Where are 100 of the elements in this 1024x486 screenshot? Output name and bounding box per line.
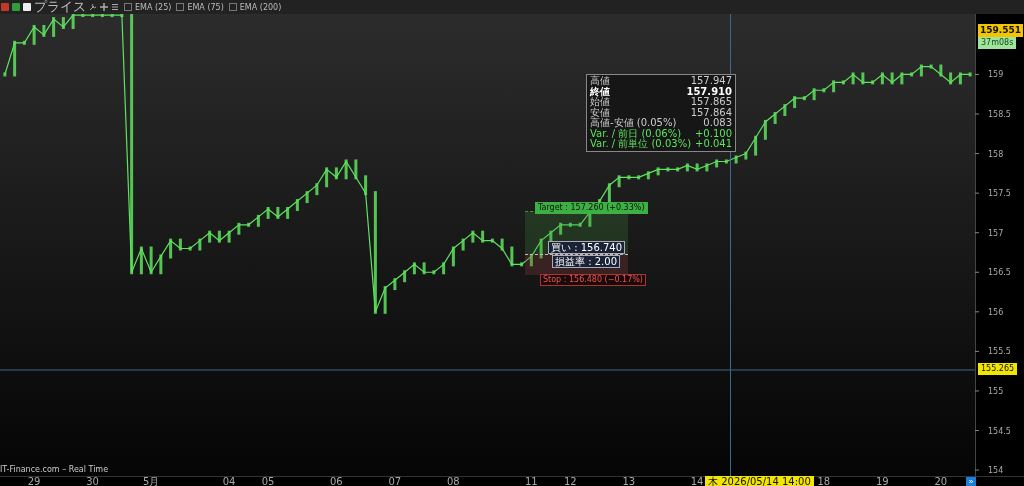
data-source-label: IT-Finance.com – Real Time	[0, 465, 109, 474]
price-candle	[568, 222, 572, 227]
date-axis-label: 06	[330, 476, 343, 486]
price-candle	[52, 17, 56, 37]
price-candle	[364, 175, 368, 196]
price-candle	[13, 40, 17, 77]
price-candle	[149, 246, 153, 275]
date-axis-label: 20	[934, 476, 948, 486]
date-axis-label: 5月	[142, 476, 160, 486]
price-candle	[22, 40, 26, 45]
price-candle	[529, 254, 533, 267]
price-candle	[500, 238, 504, 251]
tooltip-label: 安値	[590, 107, 610, 118]
tooltip-label: 高値	[590, 76, 610, 86]
price-candle	[861, 72, 865, 85]
tooltip-label: Var. / 前日 (0.06%)	[590, 128, 682, 139]
price-candle	[549, 230, 553, 243]
price-axis-label: 156	[988, 307, 1004, 317]
price-candle	[71, 14, 75, 29]
price-candle	[169, 238, 173, 259]
indicator-checkbox[interactable]: EMA (25)	[124, 2, 172, 12]
tooltip-label: Var. / 前単位 (0.03%)	[590, 139, 692, 150]
price-candle	[276, 206, 280, 219]
price-candle	[490, 238, 494, 243]
date-axis-label: 08	[447, 476, 460, 486]
price-candle	[305, 191, 309, 204]
entry-label: 買い : 156.740	[548, 241, 626, 254]
price-candle	[793, 96, 797, 109]
price-candle	[841, 80, 845, 85]
price-candle	[295, 199, 299, 211]
series-name-label: プライス	[34, 0, 86, 14]
price-axis-label: 159	[988, 70, 1004, 80]
last-price-label: 159.551	[978, 24, 1023, 37]
scroll-right-button[interactable]: »	[966, 477, 976, 486]
price-candle	[822, 88, 826, 93]
price-candle	[237, 222, 241, 235]
stop-label: Stop : 156.480 (−0.17%)	[540, 274, 646, 286]
price-candle	[471, 230, 475, 243]
tooltip-value: +0.100	[695, 128, 732, 139]
price-candle	[217, 230, 221, 243]
price-candle	[617, 175, 621, 188]
price-candle	[744, 151, 748, 160]
price-axis-label: 155	[988, 386, 1004, 396]
tooltip-value: +0.041	[695, 139, 733, 150]
price-candle	[510, 246, 514, 267]
price-candle	[286, 206, 290, 219]
price-candle	[607, 183, 611, 204]
price-candle	[929, 64, 933, 69]
target-label: Target : 157.260 (+0.33%)	[535, 202, 648, 214]
price-candle	[256, 214, 260, 227]
price-candle	[325, 167, 329, 188]
countdown-label: 37m08s	[978, 37, 1017, 49]
indicator-checkbox[interactable]: EMA (200)	[228, 2, 282, 12]
date-axis-label: 12	[564, 476, 577, 486]
tooltip-value: 0.083	[703, 118, 732, 129]
tooltip-value: 157.910	[686, 86, 732, 97]
list-icon[interactable]	[111, 3, 119, 11]
price-candle	[763, 119, 767, 140]
price-candle	[188, 246, 192, 251]
price-candle	[880, 72, 884, 85]
price-candle	[734, 155, 738, 164]
price-axis-label: 154.5	[988, 426, 1011, 436]
ratio-label: 損益率 : 2.00	[552, 255, 620, 268]
tooltip-label: 高値-安値 (0.05%)	[590, 118, 677, 128]
price-candle	[442, 262, 446, 275]
price-candle	[412, 262, 416, 275]
price-candle	[42, 25, 46, 37]
price-candle	[676, 167, 680, 172]
price-candle	[890, 72, 894, 85]
price-candle	[159, 254, 163, 275]
price-candle	[247, 222, 251, 227]
indicator-checkbox[interactable]: EMA (75)	[176, 2, 224, 12]
price-candle	[354, 159, 358, 180]
price-candle	[949, 72, 953, 85]
price-candle	[208, 230, 212, 243]
price-candle	[851, 72, 855, 85]
date-axis-label: 11	[525, 476, 538, 486]
price-candle	[461, 238, 465, 251]
price-candle	[871, 80, 875, 85]
price-candle	[383, 286, 387, 314]
date-axis-label: 05	[261, 476, 275, 486]
wrench-icon[interactable]	[89, 3, 97, 11]
date-axis-label: 14	[690, 476, 704, 486]
date-axis-label: 13	[622, 476, 636, 486]
price-candle	[773, 112, 777, 124]
price-candle	[198, 238, 202, 251]
price-candle	[422, 262, 426, 275]
tooltip-label: 始値	[590, 97, 610, 108]
date-axis-label: 04	[222, 476, 236, 486]
price-candle	[178, 238, 182, 251]
move-icon[interactable]	[100, 3, 108, 11]
tooltip-value: 157.865	[690, 97, 732, 108]
price-axis-label: 158.5	[988, 110, 1011, 119]
price-candle	[802, 96, 806, 101]
price-candle	[832, 80, 836, 93]
price-candle	[812, 88, 816, 101]
price-candle	[315, 183, 319, 196]
price-candle	[783, 104, 787, 116]
date-axis-label: 07	[388, 476, 402, 486]
price-candle	[646, 171, 650, 180]
